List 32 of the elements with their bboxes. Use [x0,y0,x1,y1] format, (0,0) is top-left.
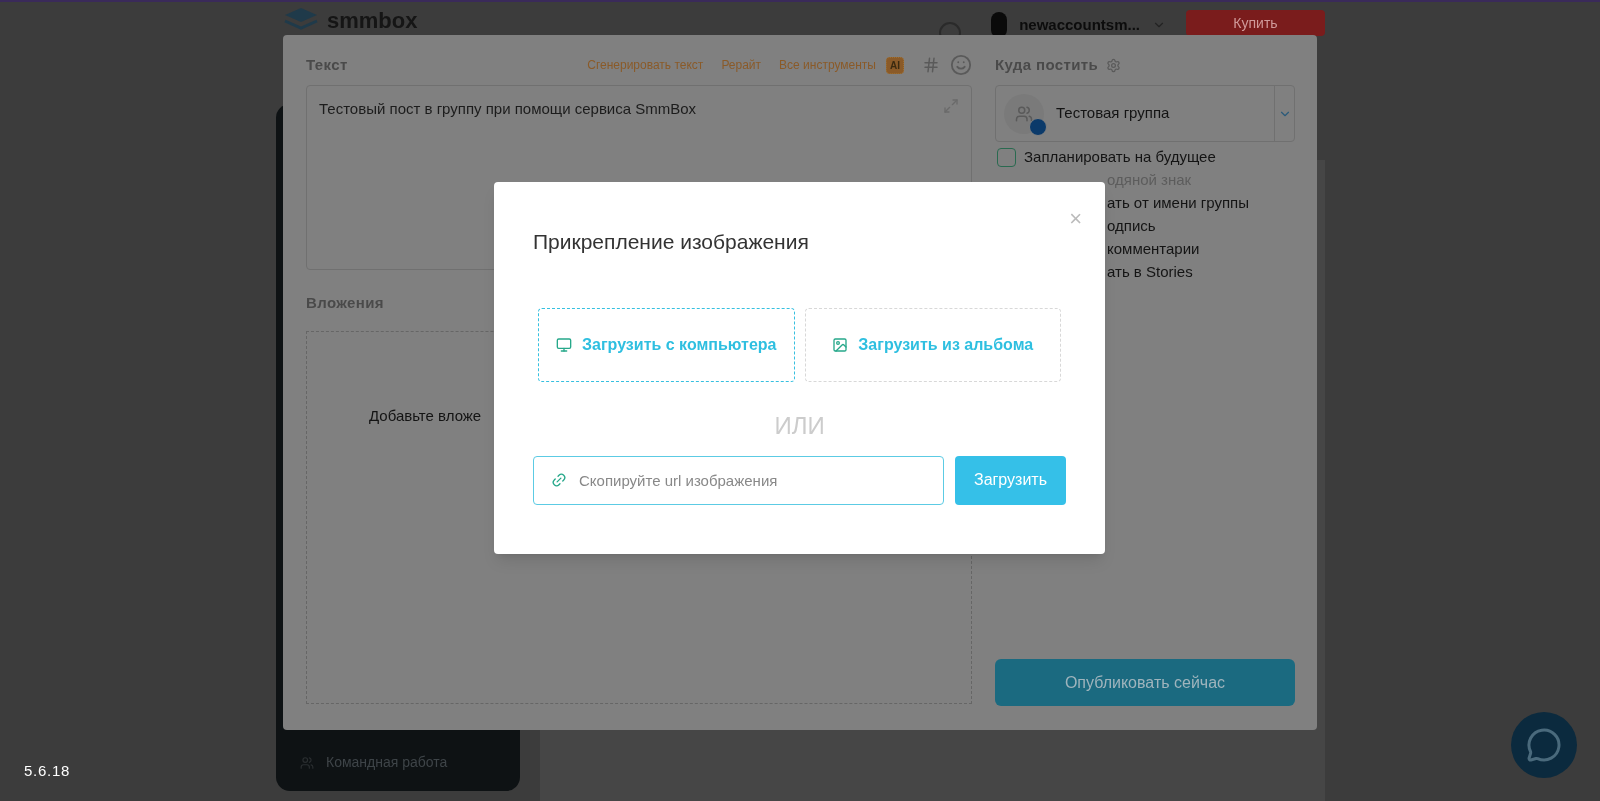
image-icon [832,336,849,353]
monitor-icon [556,336,572,353]
upload-button[interactable]: Загрузить [955,455,1066,505]
tool-link[interactable]: Все инструменты [779,56,876,74]
hashtag-icon[interactable] [922,56,940,74]
team-icon [300,755,314,770]
chat-icon [1526,727,1562,763]
ai-badge[interactable]: AI [886,56,904,74]
url-input[interactable]: Скопируйте url изображения [533,455,944,505]
dialog-title: Прикрепление изображения [533,229,809,255]
group-name: Тестовая группа [1056,103,1171,124]
tool-link[interactable]: Сгенерировать текст [587,56,704,74]
upload-source-button[interactable]: Загрузить из альбома [804,307,1061,382]
tool-link[interactable]: Рерайт [721,56,762,74]
emoji-icon[interactable] [950,54,972,76]
option-label: одпись [1107,216,1156,237]
vk-badge-icon [1029,117,1047,136]
group-select[interactable]: Тестовая группа [995,85,1295,142]
option-label: комментарии [1107,239,1200,260]
option-label: ать от имени группы [1107,193,1249,214]
close-button[interactable]: × [1069,208,1082,230]
option-label: Запланировать на будущее [1024,147,1216,168]
version-label: 5.6.18 [24,761,71,781]
buy-button[interactable]: Купить [1186,10,1325,36]
avatar [991,12,1008,38]
upload-source-button[interactable]: Загрузить с компьютера [538,307,795,382]
settings-icon[interactable] [1106,57,1122,73]
option-label: ать в Stories [1107,262,1193,283]
attachments-hint: Добавьте вложе [369,406,482,424]
group-icon [1015,104,1033,123]
schedule-checkbox[interactable] [997,148,1016,167]
publish-button[interactable]: Опубликовать сейчас [995,659,1295,706]
